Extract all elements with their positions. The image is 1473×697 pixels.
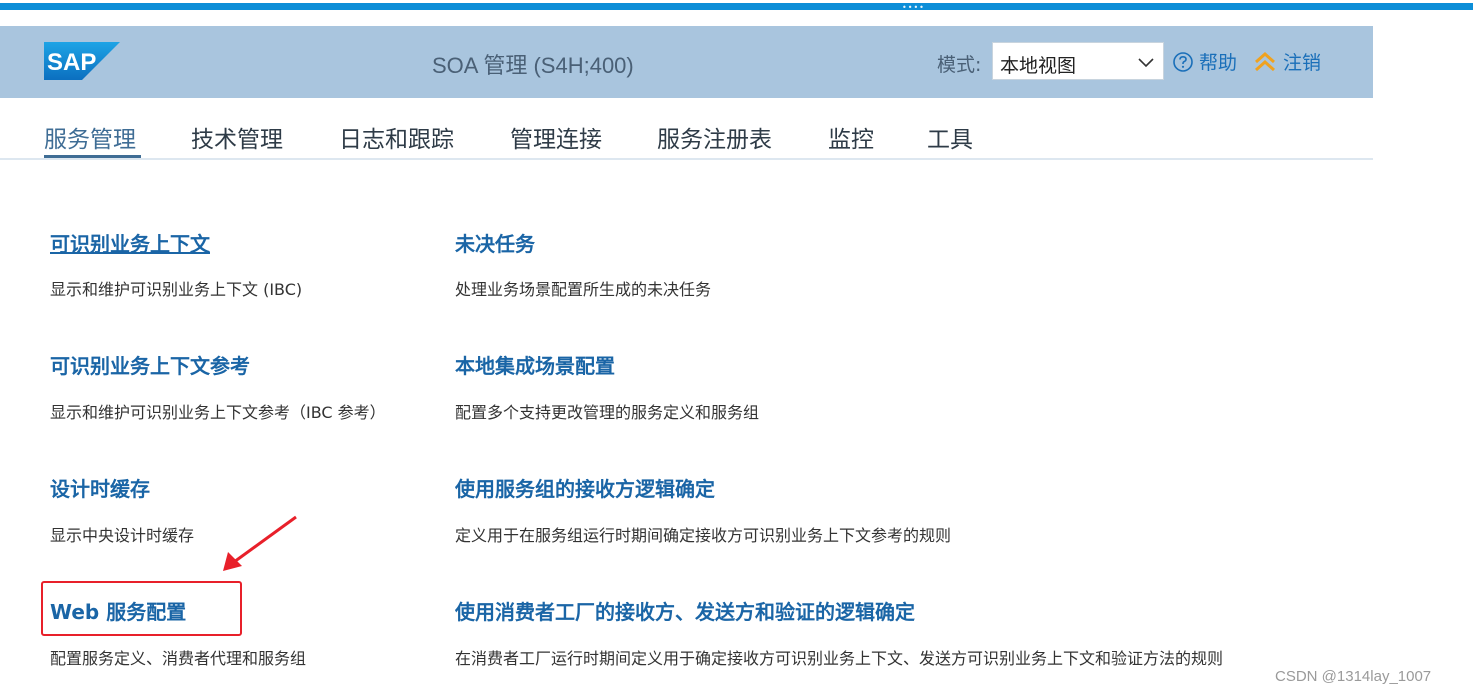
sap-logo-text: SAP — [47, 49, 96, 76]
logout-button[interactable]: 注销 — [1253, 48, 1321, 75]
tab-service-management[interactable]: 服务管理 — [44, 120, 136, 154]
help-icon — [1173, 51, 1193, 72]
help-button[interactable]: 帮助 — [1172, 48, 1237, 75]
tab-technical-management[interactable]: 技术管理 — [191, 120, 283, 154]
top-window-strip: •••• — [0, 0, 1473, 12]
link-ibc-reference[interactable]: 可识别业务上下文参考 — [50, 350, 250, 379]
annotation-arrow-icon — [223, 515, 297, 571]
help-label: 帮助 — [1199, 52, 1238, 74]
tab-monitoring[interactable]: 监控 — [828, 120, 874, 154]
tab-logs-traces[interactable]: 日志和跟踪 — [339, 120, 454, 154]
desc-pending-tasks: 处理业务场景配置所生成的未决任务 — [455, 280, 712, 299]
link-pending-tasks[interactable]: 未决任务 — [455, 228, 535, 257]
tab-manage-connections[interactable]: 管理连接 — [510, 120, 602, 154]
tab-tools[interactable]: 工具 — [927, 120, 973, 154]
page-title: SOA 管理 (S4H;400) — [432, 53, 634, 78]
logout-label: 注销 — [1283, 52, 1322, 74]
desc-ibc-reference: 显示和维护可识别业务上下文参考（IBC 参考） — [50, 403, 386, 422]
annotation-highlight-box — [41, 581, 242, 636]
watermark: CSDN @1314lay_1007 — [1275, 668, 1432, 685]
mode-select[interactable]: 本地视图 — [992, 42, 1164, 80]
mode-select-value: 本地视图 — [1000, 55, 1077, 77]
chevron-down-icon — [1138, 58, 1154, 68]
link-local-integration-scenario[interactable]: 本地集成场景配置 — [455, 350, 615, 379]
tab-bar: 服务管理 技术管理 日志和跟踪 管理连接 服务注册表 监控 工具 — [0, 98, 1373, 160]
logout-chevron-icon — [1255, 51, 1275, 71]
window-top-bar — [0, 3, 1473, 10]
link-design-time-cache[interactable]: 设计时缓存 — [50, 473, 150, 502]
sap-logo: SAP — [44, 42, 120, 80]
desc-ibc: 显示和维护可识别业务上下文 (IBC) — [50, 280, 303, 299]
shell-header: SAP SOA 管理 (S4H;400) 模式: 本地视图 帮助 注销 — [0, 26, 1373, 98]
mode-label: 模式: — [937, 54, 982, 76]
tab-service-registry[interactable]: 服务注册表 — [657, 120, 772, 154]
link-ibc[interactable]: 可识别业务上下文 — [50, 228, 210, 257]
desc-receiver-determination-service-group: 定义用于在服务组运行时期间确定接收方可识别业务上下文参考的规则 — [455, 526, 952, 545]
link-receiver-determination-service-group[interactable]: 使用服务组的接收方逻辑确定 — [455, 473, 715, 502]
desc-web-service-config: 配置服务定义、消费者代理和服务组 — [50, 649, 307, 668]
active-tab-indicator — [44, 155, 141, 158]
desc-design-time-cache: 显示中央设计时缓存 — [50, 526, 195, 545]
desc-local-integration-scenario: 配置多个支持更改管理的服务定义和服务组 — [455, 403, 760, 422]
link-consumer-factory-determination[interactable]: 使用消费者工厂的接收方、发送方和验证的逻辑确定 — [455, 596, 915, 625]
resize-grip-icon[interactable]: •••• — [902, 4, 925, 12]
desc-consumer-factory-determination: 在消费者工厂运行时期间定义用于确定接收方可识别业务上下文、发送方可识别业务上下文… — [455, 649, 1224, 668]
